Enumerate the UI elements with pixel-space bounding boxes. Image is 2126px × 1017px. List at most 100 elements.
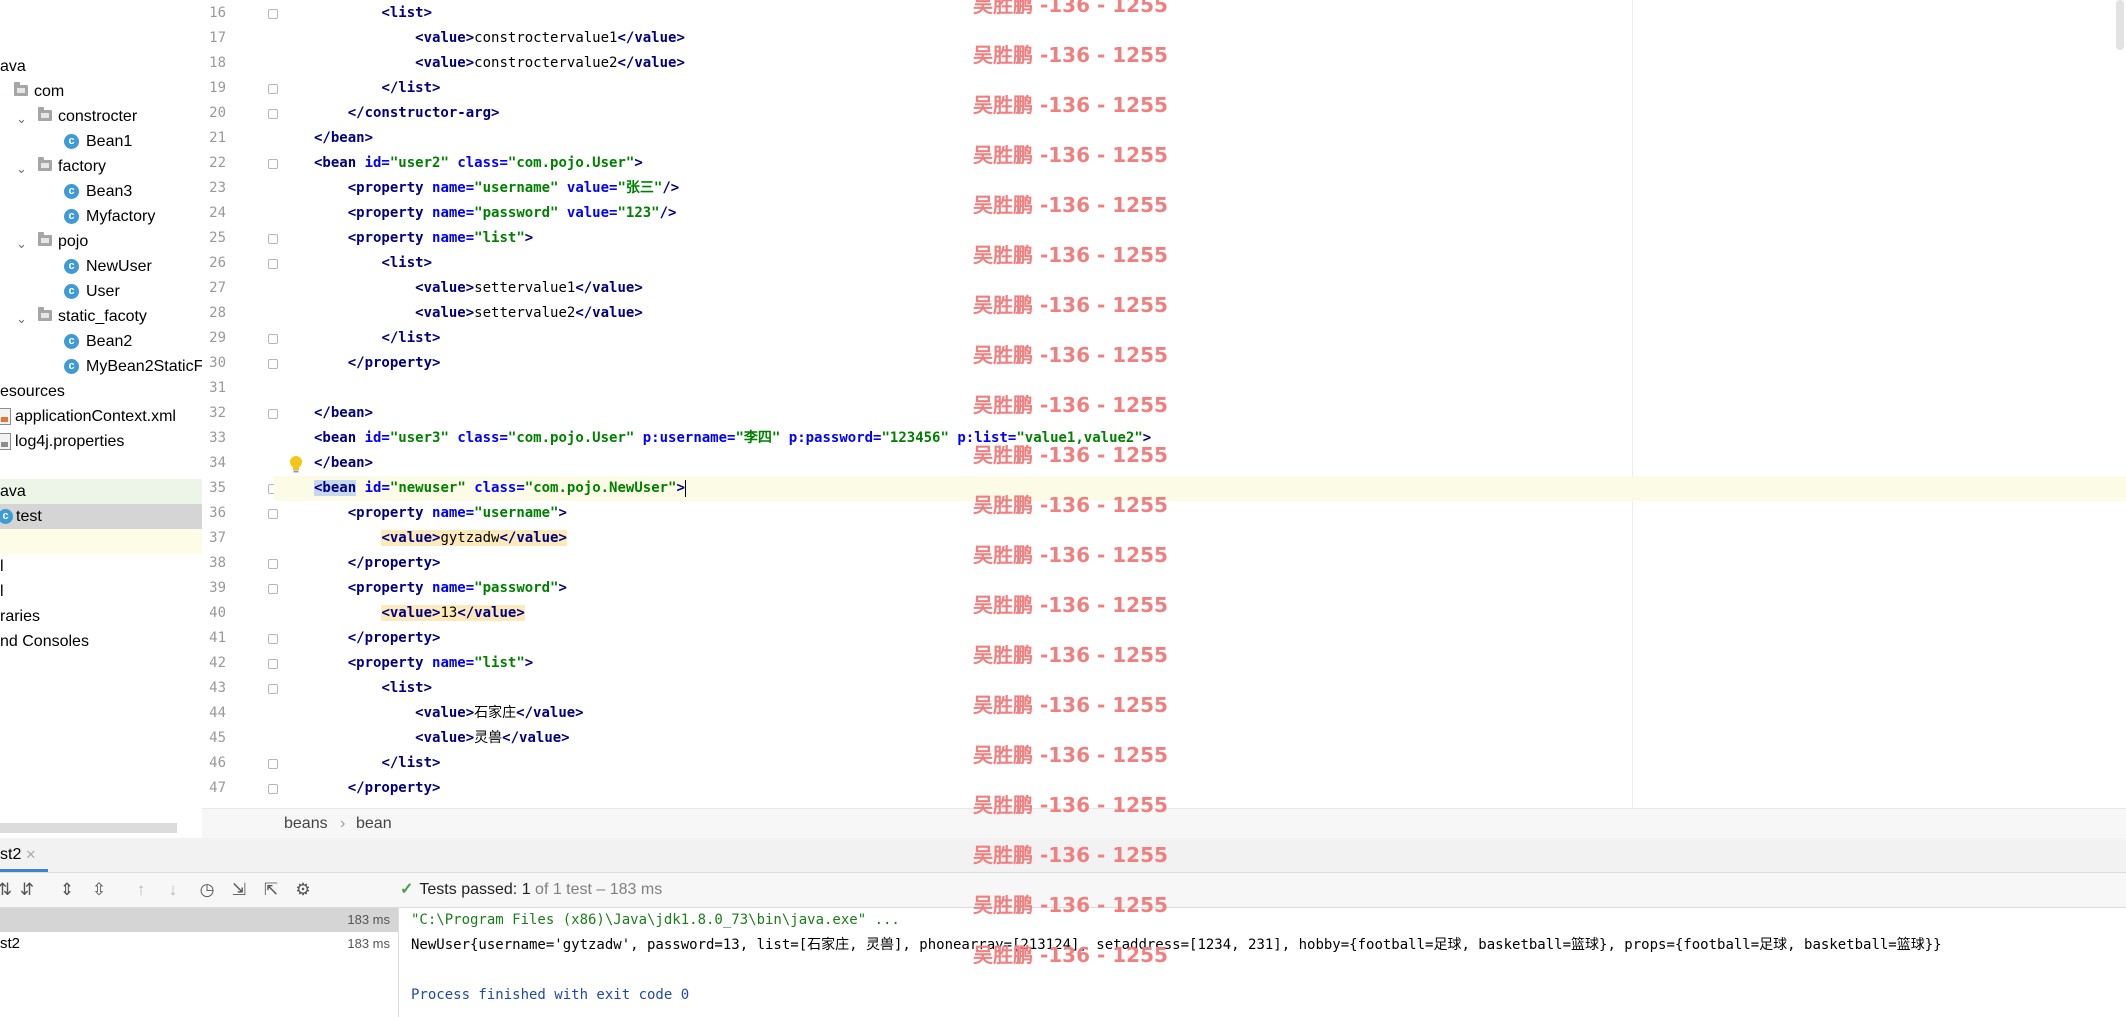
tree-item[interactable]: raries bbox=[0, 604, 202, 629]
tree-item[interactable]: esources bbox=[0, 379, 202, 404]
chevron-down-icon[interactable]: ⌄ bbox=[16, 156, 27, 181]
tree-item[interactable]: c Bean3 bbox=[0, 179, 202, 204]
chevron-down-icon[interactable]: ⌄ bbox=[16, 231, 27, 256]
test-class-icon: c bbox=[0, 509, 13, 524]
code-line[interactable]: <property name="list"> bbox=[274, 226, 2126, 251]
code-line[interactable]: </property> bbox=[274, 351, 2126, 376]
code-token: name= bbox=[432, 230, 475, 246]
code-token: </property> bbox=[347, 630, 441, 646]
breadcrumb-item-bean[interactable]: bean bbox=[356, 809, 392, 839]
tree-horizontal-scrollbar[interactable] bbox=[0, 823, 177, 833]
tree-item[interactable] bbox=[0, 454, 202, 479]
code-line[interactable]: <value>13</value> bbox=[274, 601, 2126, 626]
tree-item[interactable]: nd Consoles bbox=[0, 629, 202, 654]
code-line[interactable] bbox=[274, 376, 2126, 401]
previous-failed-icon[interactable]: ↑ bbox=[130, 879, 152, 901]
tree-item[interactable] bbox=[0, 529, 202, 554]
tree-item[interactable]: c Bean2 bbox=[0, 329, 202, 354]
code-line[interactable]: <list> bbox=[274, 1, 2126, 26]
code-line[interactable]: <property name="password" value="123"/> bbox=[274, 201, 2126, 226]
code-line[interactable]: <property name="username"> bbox=[274, 501, 2126, 526]
import-tests-icon[interactable]: ⇲ bbox=[228, 879, 250, 901]
code-line[interactable]: </bean> bbox=[274, 451, 2126, 476]
code-line[interactable]: <value>constroctervalue1</value> bbox=[274, 26, 2126, 51]
code-line[interactable]: <value>constroctervalue2</value> bbox=[274, 51, 2126, 76]
code-line[interactable]: <value>石家庄</value> bbox=[274, 701, 2126, 726]
line-number: 19 bbox=[209, 80, 226, 96]
tree-item[interactable]: c Bean1 bbox=[0, 129, 202, 154]
code-token: "123" bbox=[617, 205, 660, 221]
code-line[interactable]: </constructor-arg> bbox=[274, 101, 2126, 126]
settings-gear-icon[interactable]: ⚙ bbox=[292, 879, 314, 901]
code-line[interactable]: </list> bbox=[274, 326, 2126, 351]
code-line[interactable]: </list> bbox=[274, 751, 2126, 776]
code-line[interactable]: </property> bbox=[274, 626, 2126, 651]
test-row-root[interactable]: 183 ms bbox=[0, 908, 398, 932]
code-line[interactable]: <bean id="newuser" class="com.pojo.NewUs… bbox=[274, 476, 2126, 501]
code-line[interactable]: <list> bbox=[274, 676, 2126, 701]
tree-item[interactable]: c NewUser bbox=[0, 254, 202, 279]
close-icon[interactable]: ✕ bbox=[25, 847, 36, 862]
chevron-down-icon[interactable]: ⌄ bbox=[16, 306, 27, 331]
console-output[interactable]: "C:\Program Files (x86)\Java\jdk1.8.0_73… bbox=[399, 908, 2126, 1017]
sort-duration-icon[interactable]: ⇵ bbox=[16, 879, 38, 901]
chevron-down-icon[interactable]: ⌄ bbox=[16, 106, 27, 131]
code-token: <value> bbox=[415, 55, 475, 71]
next-failed-icon[interactable]: ↓ bbox=[162, 879, 184, 901]
code-line[interactable]: <value>settervalue1</value> bbox=[274, 276, 2126, 301]
collapse-all-icon[interactable]: ⇳ bbox=[88, 879, 110, 901]
code-token: settervalue1 bbox=[474, 280, 576, 296]
code-line[interactable]: <list> bbox=[274, 251, 2126, 276]
tree-item-label: MyBean2StaticFact bbox=[86, 358, 202, 375]
code-editor[interactable]: <list> <value>constroctervalue1</value> … bbox=[274, 0, 2126, 808]
tree-item[interactable]: ava bbox=[0, 479, 202, 504]
code-line[interactable]: </property> bbox=[274, 776, 2126, 801]
code-line[interactable]: <property name="username" value="张三"/> bbox=[274, 176, 2126, 201]
code-line[interactable]: <value>灵兽</value> bbox=[274, 726, 2126, 751]
code-token: <list> bbox=[381, 680, 433, 696]
code-line[interactable]: </list> bbox=[274, 76, 2126, 101]
line-number: 21 bbox=[209, 130, 226, 146]
code-token: name= bbox=[432, 655, 475, 671]
tree-item[interactable]: c MyBean2StaticFact bbox=[0, 354, 202, 379]
tree-item[interactable]: ⌄ pojo bbox=[0, 229, 202, 254]
code-line[interactable]: <bean id="user3" class="com.pojo.User" p… bbox=[274, 426, 2126, 451]
code-line[interactable]: <property name="password"> bbox=[274, 576, 2126, 601]
code-line[interactable]: <bean id="user2" class="com.pojo.User"> bbox=[274, 151, 2126, 176]
tree-item[interactable]: c User bbox=[0, 279, 202, 304]
tree-item[interactable]: l bbox=[0, 554, 202, 579]
code-token: /> bbox=[662, 180, 680, 196]
chevron-down-icon[interactable]: ⌄ bbox=[0, 81, 3, 106]
code-token: class= bbox=[474, 480, 525, 496]
code-token: p:username= bbox=[642, 430, 736, 446]
breadcrumb-item-beans[interactable]: beans bbox=[284, 809, 328, 839]
code-token: <property bbox=[347, 230, 433, 246]
tree-item[interactable]: ⌄ static_facoty bbox=[0, 304, 202, 329]
tree-item[interactable]: ⌄ factory bbox=[0, 154, 202, 179]
code-line[interactable]: <property name="list"> bbox=[274, 651, 2126, 676]
tree-item[interactable]: c test bbox=[0, 504, 202, 529]
code-line[interactable]: </bean> bbox=[274, 126, 2126, 151]
code-token: <property bbox=[347, 180, 433, 196]
tree-item[interactable]: ⌄ com bbox=[0, 79, 202, 104]
code-line[interactable]: <value>settervalue2</value> bbox=[274, 301, 2126, 326]
test-history-icon[interactable]: ◷ bbox=[196, 879, 218, 901]
tree-item[interactable]: ava bbox=[0, 54, 202, 79]
tree-item[interactable]: ⌄ constrocter bbox=[0, 104, 202, 129]
export-tests-icon[interactable]: ⇱ bbox=[260, 879, 282, 901]
run-window-header: st2 ✕ bbox=[0, 838, 2126, 873]
expand-all-icon[interactable]: ⇕ bbox=[56, 879, 78, 901]
code-line[interactable]: </property> bbox=[274, 551, 2126, 576]
tree-item[interactable]: c Myfactory bbox=[0, 204, 202, 229]
run-tab[interactable]: st2 ✕ bbox=[0, 838, 48, 872]
sort-alpha-icon[interactable]: ⇅ bbox=[0, 879, 16, 901]
code-line[interactable]: </bean> bbox=[274, 401, 2126, 426]
tree-item[interactable]: l bbox=[0, 579, 202, 604]
tree-item[interactable]: applicationContext.xml bbox=[0, 404, 202, 429]
code-line[interactable]: <value>gytzadw</value> bbox=[274, 526, 2126, 551]
tree-item[interactable]: log4j.properties bbox=[0, 429, 202, 454]
test-row-st2[interactable]: st2 183 ms bbox=[0, 932, 398, 956]
